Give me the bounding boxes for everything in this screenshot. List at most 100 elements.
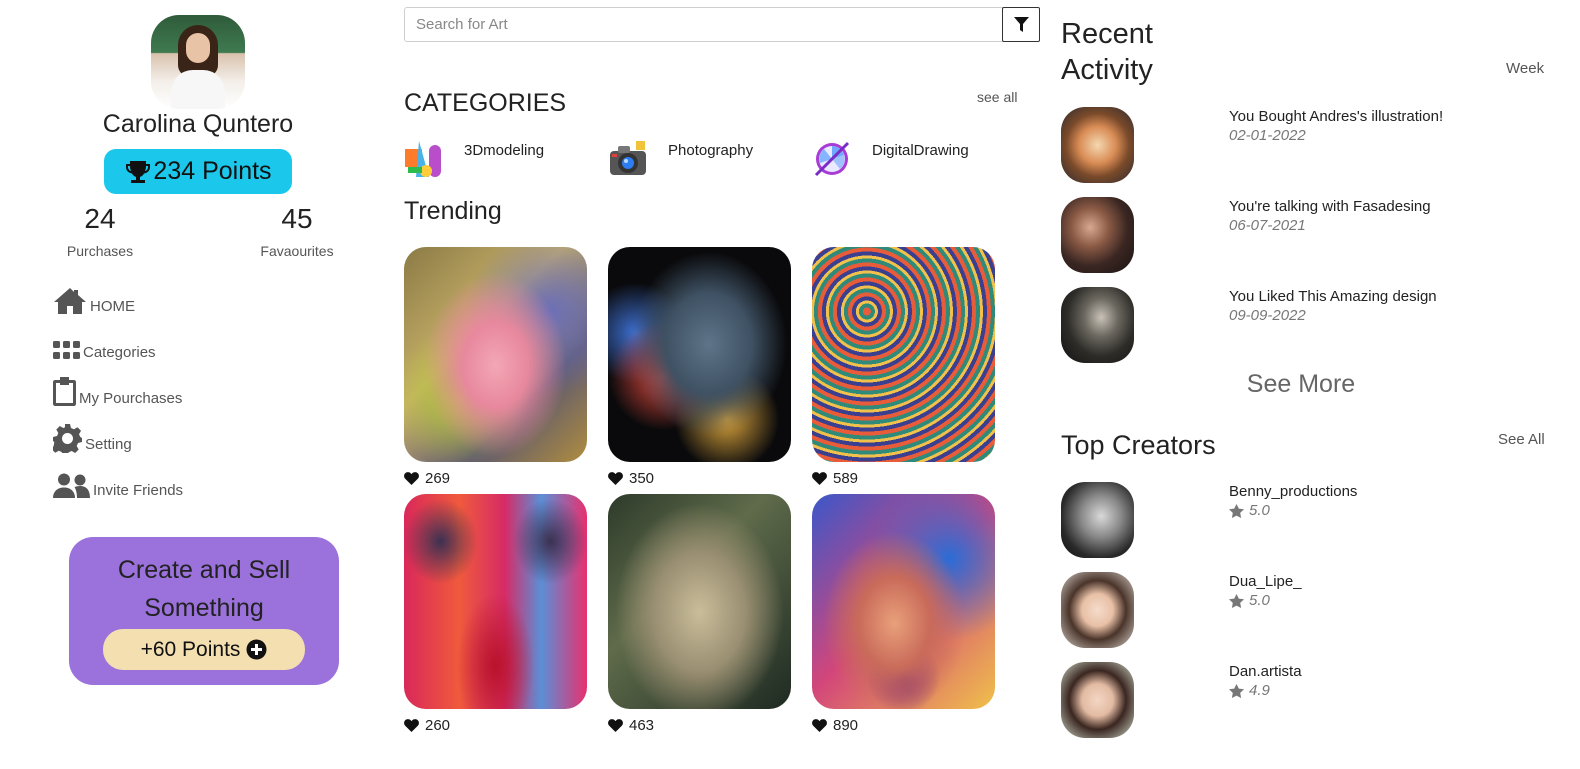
filter-button[interactable] (1002, 7, 1040, 42)
activity-thumbnail (1061, 197, 1134, 273)
heart-icon (404, 472, 419, 485)
favourites-label: Favaourites (260, 243, 334, 259)
camera-icon (610, 141, 646, 175)
artwork-card[interactable]: 269 (404, 247, 587, 487)
sidebar-item-invite-friends[interactable]: Invite Friends (53, 453, 183, 499)
purchases-stat[interactable]: 24 Purchases (55, 203, 145, 259)
creator-item[interactable]: Benny_productions 5.0 (1061, 482, 1561, 558)
artwork-card[interactable]: 463 (608, 494, 791, 734)
category-label: DigitalDrawing (872, 142, 969, 159)
activity-date: 06-07-2021 (1229, 217, 1306, 234)
home-icon (54, 288, 86, 314)
sidebar-item-setting[interactable]: Setting (53, 407, 183, 453)
earn-points-button[interactable]: +60 Points (103, 629, 305, 670)
likes-count[interactable]: 260 (404, 717, 587, 734)
star-icon (1229, 683, 1244, 698)
likes-label: 269 (425, 470, 451, 487)
sidebar-item-my-purchases[interactable]: My Pourchases (53, 361, 183, 407)
purchases-label: Purchases (66, 243, 134, 259)
points-badge: 234 Points (104, 149, 292, 194)
activity-date: 02-01-2022 (1229, 127, 1306, 144)
create-sell-title: Create and Sell Something (69, 551, 339, 627)
creator-rating: 4.9 (1229, 682, 1270, 699)
category-3dmodeling[interactable]: 3Dmodeling (404, 137, 544, 181)
artwork-image[interactable] (812, 247, 995, 462)
recent-activity-title: Recent Activity (1061, 18, 1153, 86)
likes-label: 260 (425, 717, 451, 734)
avatar[interactable] (151, 15, 245, 109)
categories-list: 3Dmodeling Photography DigitalDrawing (404, 137, 1024, 183)
creator-item[interactable]: Dua_Lipe_ 5.0 (1061, 572, 1561, 648)
period-selector[interactable]: Week (1506, 60, 1544, 77)
creator-rating: 5.0 (1229, 502, 1270, 519)
activity-item[interactable]: You're talking with Fasadesing 06-07-202… (1061, 197, 1561, 273)
creator-rating-value: 4.9 (1249, 682, 1270, 699)
star-icon (1229, 593, 1244, 608)
category-label: 3Dmodeling (464, 142, 545, 159)
likes-count[interactable]: 589 (812, 470, 995, 487)
3d-shapes-icon (405, 141, 441, 177)
user-name: Carolina Quntero (102, 110, 294, 138)
favourites-stat[interactable]: 45 Favaourites (252, 203, 342, 259)
sidebar-nav: HOME Categories My Pourchases Setting In… (53, 283, 183, 499)
creator-rating: 5.0 (1229, 592, 1270, 609)
heart-icon (812, 719, 827, 732)
activity-text: You're talking with Fasadesing (1229, 198, 1431, 215)
search-input[interactable] (405, 8, 1001, 41)
likes-label: 890 (833, 717, 859, 734)
creator-rating-value: 5.0 (1249, 592, 1270, 609)
sidebar-item-label: HOME (90, 298, 135, 315)
activity-text: You Bought Andres's illustration! (1229, 108, 1444, 125)
heart-icon (608, 719, 623, 732)
creator-name: Dan.artista (1229, 663, 1302, 680)
sidebar-item-label: Invite Friends (93, 482, 184, 499)
plus-circle-icon (246, 639, 267, 660)
heart-icon (608, 472, 623, 485)
categories-see-all-link[interactable]: see all (977, 89, 1017, 105)
category-digitaldrawing[interactable]: DigitalDrawing (812, 137, 969, 181)
grid-icon (53, 341, 80, 359)
likes-label: 589 (833, 470, 859, 487)
artwork-card[interactable]: 890 (812, 494, 995, 734)
activity-item[interactable]: You Liked This Amazing design 09-09-2022 (1061, 287, 1561, 363)
activity-item[interactable]: You Bought Andres's illustration! 02-01-… (1061, 107, 1561, 183)
creators-see-all-link[interactable]: See All (1498, 431, 1545, 448)
artwork-image[interactable] (404, 494, 587, 709)
likes-label: 463 (629, 717, 655, 734)
artwork-card[interactable]: 589 (812, 247, 995, 487)
heart-icon (404, 719, 419, 732)
likes-count[interactable]: 463 (608, 717, 791, 734)
likes-count[interactable]: 890 (812, 717, 995, 734)
heart-icon (812, 472, 827, 485)
artwork-image[interactable] (608, 247, 791, 462)
see-more-button[interactable]: See More (1240, 370, 1362, 399)
creator-avatar (1061, 572, 1134, 648)
sidebar-item-label: Setting (85, 436, 132, 453)
earn-points-label: +60 Points (140, 637, 241, 661)
users-icon (53, 473, 90, 498)
purchases-count: 24 (84, 203, 116, 234)
likes-count[interactable]: 269 (404, 470, 587, 487)
creator-item[interactable]: Dan.artista 4.9 (1061, 662, 1561, 738)
trending-title: Trending (404, 197, 502, 225)
category-photography[interactable]: Photography (608, 137, 753, 181)
filter-icon (1013, 17, 1029, 32)
sidebar-item-label: My Pourchases (79, 390, 183, 407)
sidebar-item-home[interactable]: HOME (53, 283, 183, 315)
creator-name: Dua_Lipe_ (1229, 573, 1302, 590)
activity-thumbnail (1061, 107, 1134, 183)
artwork-card[interactable]: 350 (608, 247, 791, 487)
artwork-image[interactable] (608, 494, 791, 709)
artwork-image[interactable] (404, 247, 587, 462)
sidebar-item-categories[interactable]: Categories (53, 315, 183, 361)
activity-text: You Liked This Amazing design (1229, 288, 1437, 305)
sidebar: Carolina Quntero 234 Points 24 Purchases… (0, 0, 395, 769)
activity-date: 09-09-2022 (1229, 307, 1306, 324)
gear-icon (53, 424, 82, 453)
artwork-image[interactable] (812, 494, 995, 709)
drawing-disc-icon (814, 141, 850, 177)
likes-count[interactable]: 350 (608, 470, 791, 487)
star-icon (1229, 503, 1244, 518)
creator-avatar (1061, 662, 1134, 738)
artwork-card[interactable]: 260 (404, 494, 587, 734)
